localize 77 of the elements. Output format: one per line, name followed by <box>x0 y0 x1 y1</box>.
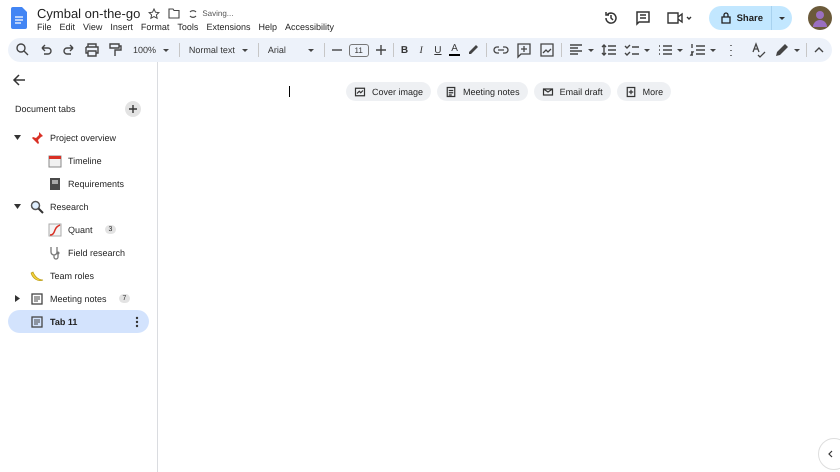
back-arrow-icon[interactable] <box>12 73 26 87</box>
suggestion-chip[interactable]: Email draft <box>534 82 611 101</box>
document-tab[interactable]: Field research <box>8 241 149 264</box>
document-icon <box>30 292 44 306</box>
caret-icon[interactable] <box>306 48 315 52</box>
avatar[interactable] <box>808 6 832 30</box>
document-tab[interactable]: Tab 11 <box>8 310 149 333</box>
document-title[interactable]: Cymbal on-the-go <box>37 6 140 21</box>
menu-item[interactable]: Extensions <box>206 22 250 32</box>
add-comment-icon[interactable] <box>515 41 534 59</box>
video-call-icon[interactable] <box>666 11 693 25</box>
chart-icon <box>48 222 62 236</box>
document-tab[interactable]: Research <box>8 195 149 218</box>
menu-item[interactable]: Insert <box>110 22 133 32</box>
document-tab[interactable]: Requirements <box>8 172 149 195</box>
font-dropdown[interactable]: Arial <box>264 45 319 55</box>
color-button[interactable]: A <box>448 44 460 56</box>
comment-icon[interactable] <box>634 10 651 26</box>
document-tab[interactable]: Project overview <box>8 126 149 149</box>
menu-item[interactable]: Accessibility <box>284 22 334 32</box>
document-tab[interactable]: Team roles <box>8 264 149 287</box>
mail-icon <box>542 86 554 98</box>
star-icon[interactable] <box>148 8 160 20</box>
sidebar-heading: Document tabs <box>15 104 76 114</box>
menu-item[interactable]: File <box>37 22 52 32</box>
suggestion-chip[interactable]: Meeting notes <box>437 82 528 101</box>
caret-icon[interactable] <box>241 48 250 52</box>
caret-icon[interactable] <box>778 16 786 20</box>
add-tab-button[interactable] <box>125 101 141 117</box>
menu-item[interactable]: Format <box>140 22 170 32</box>
suggestion-chip[interactable]: Cover image <box>346 82 432 101</box>
caret-icon[interactable] <box>587 48 596 52</box>
expand-caret-icon[interactable] <box>14 204 20 209</box>
plus-icon[interactable] <box>374 43 388 57</box>
document-icon <box>445 86 458 98</box>
share-button[interactable]: Share <box>708 6 771 30</box>
sync-icon <box>188 8 198 18</box>
caret-icon[interactable] <box>162 48 170 52</box>
book-icon <box>48 176 62 190</box>
menu-item[interactable]: View <box>83 22 102 32</box>
chevron-left-icon[interactable] <box>827 450 833 458</box>
print-icon[interactable] <box>83 41 101 59</box>
suggestion-chip[interactable]: More <box>616 82 672 101</box>
text-style-dropdown[interactable]: Normal text <box>184 45 254 55</box>
font-size-field[interactable]: 11 <box>348 44 369 56</box>
add-icon <box>624 86 637 98</box>
image-icon[interactable] <box>538 41 556 59</box>
lock-icon <box>720 12 731 24</box>
expand-caret-icon[interactable] <box>14 295 20 302</box>
spellcheck-icon[interactable] <box>750 41 768 59</box>
document-icon <box>30 314 44 328</box>
pin-icon <box>30 130 44 144</box>
zoom-dropdown[interactable]: 100% <box>129 45 174 55</box>
history-icon[interactable] <box>602 10 619 26</box>
caret-icon[interactable] <box>676 48 684 52</box>
bold-button[interactable]: B <box>398 44 410 56</box>
magnifier-icon <box>30 200 44 214</box>
expand-caret-icon[interactable] <box>14 135 20 140</box>
underline-button[interactable]: U <box>432 44 444 56</box>
caret-icon[interactable] <box>793 48 802 52</box>
menu-item[interactable]: Tools <box>177 22 198 32</box>
add-icon[interactable] <box>128 104 138 114</box>
caret-icon[interactable] <box>709 48 718 52</box>
docs-logo-icon[interactable] <box>11 7 27 29</box>
text-cursor <box>289 86 290 97</box>
italic-button[interactable]: I <box>415 44 428 56</box>
calendar-icon <box>48 154 62 168</box>
menu-item[interactable]: Edit <box>60 22 76 32</box>
banana-icon <box>30 268 44 282</box>
menu-item[interactable]: Help <box>258 22 277 32</box>
caret-icon[interactable] <box>643 48 652 52</box>
image-icon <box>354 86 366 98</box>
more-options-icon[interactable] <box>135 316 139 328</box>
folder-icon[interactable] <box>168 8 180 19</box>
stethoscope-icon <box>48 246 62 260</box>
save-status: Saving... <box>202 9 234 18</box>
document-tab[interactable]: Timeline <box>8 149 149 172</box>
